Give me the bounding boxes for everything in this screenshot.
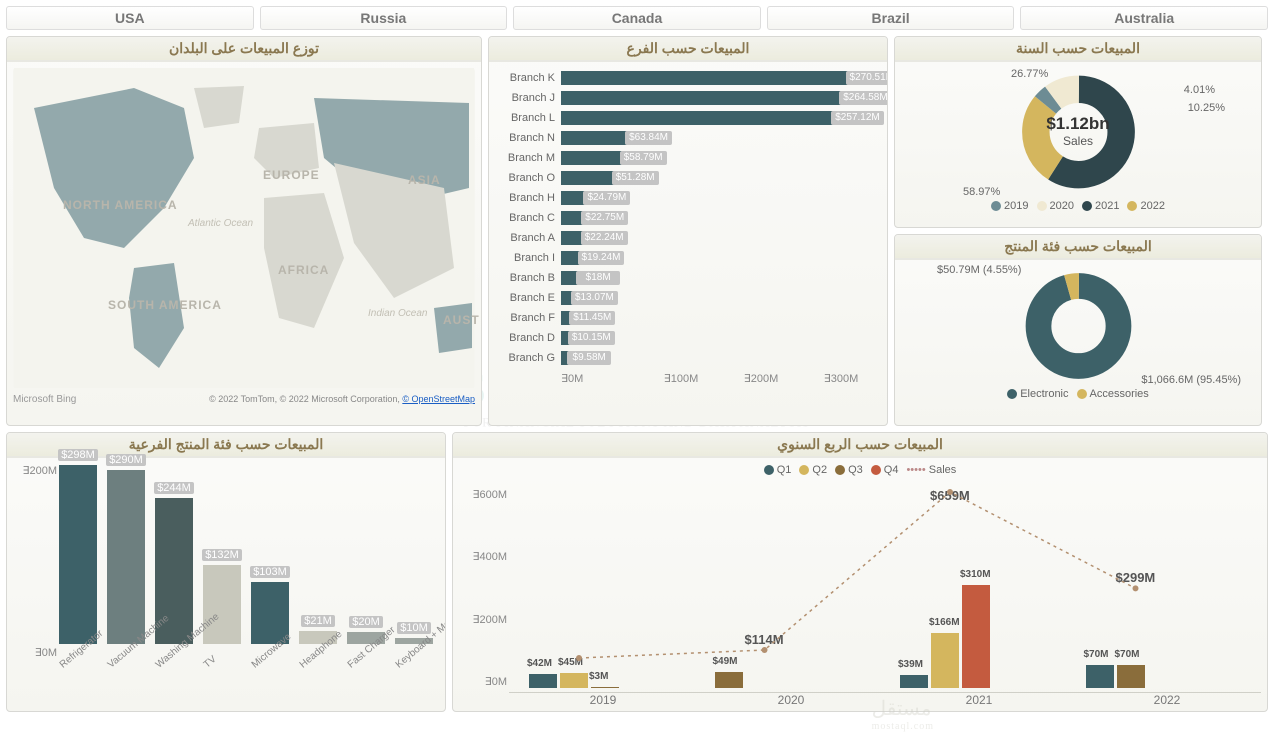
year-card: المبيعات حسب السنة $1.12bn Sales 26.77% …	[894, 36, 1262, 228]
legend-item[interactable]: 2022	[1127, 200, 1164, 212]
branch-bar: Branch I $19.24M	[495, 248, 881, 268]
tab-russia[interactable]: Russia	[260, 6, 508, 30]
tab-australia[interactable]: Australia	[1020, 6, 1268, 30]
country-tabs: USARussiaCanadaBrazilAustralia	[6, 6, 1268, 30]
year-title: المبيعات حسب السنة	[895, 37, 1261, 62]
label-indian: Indian Ocean	[368, 308, 428, 319]
branch-bar: Branch D $10.15M	[495, 328, 881, 348]
branch-bars: Branch K $270.51MBranch J $264.58MBranch…	[495, 68, 881, 368]
category-card: المبيعات حسب فئة المنتج $50.79M (4.55%) …	[894, 234, 1262, 426]
branch-bar: Branch O $51.28M	[495, 168, 881, 188]
branch-bar: Branch B $18M	[495, 268, 881, 288]
label-asia: ASIA	[408, 173, 441, 187]
tab-brazil[interactable]: Brazil	[767, 6, 1015, 30]
quarter-card: المبيعات حسب الربع السنوي Q1 Q2 Q3 Q4 ••••• …	[452, 432, 1268, 712]
branch-title: المبيعات حسب الفرع	[489, 37, 887, 62]
legend-sales[interactable]: ••••• Sales	[906, 464, 956, 476]
branch-bar: Branch M $58.79M	[495, 148, 881, 168]
tab-usa[interactable]: USA	[6, 6, 254, 30]
world-map[interactable]: NORTH AMERICA SOUTH AMERICA EUROPE AFRIC…	[13, 68, 475, 388]
category-title: المبيعات حسب فئة المنتج	[895, 235, 1261, 260]
map-attrib: © 2022 TomTom, © 2022 Microsoft Corporat…	[209, 394, 402, 404]
quarter-group: $49M	[715, 672, 743, 688]
label-north-america: NORTH AMERICA	[63, 198, 178, 212]
subcat-yaxis: ∃200M∃0M	[13, 464, 61, 659]
pct-accessories: $50.79M (4.55%)	[937, 264, 1021, 276]
year-center: $1.12bn Sales	[901, 114, 1255, 148]
branch-axis: ∃0M∃100M∃200M∃300M	[561, 372, 881, 385]
branch-bar: Branch E $13.07M	[495, 288, 881, 308]
map-title: توزع المبيعات على البلدان	[7, 37, 481, 62]
subcat-bars: $298M $290M $244M $132M $103M $21M $20M …	[59, 464, 439, 644]
legend-item[interactable]: Accessories	[1077, 388, 1149, 400]
branch-bar: Branch C $22.75M	[495, 208, 881, 228]
quarter-legend: Q1 Q2 Q3 Q4 ••••• Sales	[459, 464, 1261, 476]
legend-Q3[interactable]: Q3	[835, 464, 863, 476]
branch-bar: Branch F $11.45M	[495, 308, 881, 328]
branch-bar: Branch K $270.51M	[495, 68, 881, 88]
branch-bar: Branch J $264.58M	[495, 88, 881, 108]
label-atlantic: Atlantic Ocean	[188, 218, 253, 229]
legend-Q1[interactable]: Q1	[764, 464, 792, 476]
quarter-group: $42M$45M$3M	[529, 673, 619, 688]
subcat-bar: $290M	[107, 470, 145, 644]
quarter-group: $70M$70M	[1086, 665, 1145, 688]
branch-bar: Branch N $63.84M	[495, 128, 881, 148]
quarter-chart: ∃600M∃400M ∃200M∃0M $42M$45M$3M$114M$49M…	[509, 488, 1251, 688]
legend-item[interactable]: 2021	[1082, 200, 1119, 212]
pct-2019: 4.01%	[1184, 84, 1215, 96]
bing-logo: Microsoft Bing	[13, 394, 76, 405]
branch-bar: Branch L $257.12M	[495, 108, 881, 128]
subcat-card: المبيعات حسب فئة المنتج الفرعية ∃200M∃0M…	[6, 432, 446, 712]
label-south-america: SOUTH AMERICA	[108, 298, 222, 312]
subcat-bar: $132M	[203, 565, 241, 644]
legend-Q4[interactable]: Q4	[871, 464, 899, 476]
pct-2020: 10.25%	[1188, 102, 1225, 114]
quarter-yaxis: ∃600M∃400M ∃200M∃0M	[459, 488, 507, 688]
legend-item[interactable]: 2019	[991, 200, 1028, 212]
map-card: توزع المبيعات على البلدان	[6, 36, 482, 426]
pct-2022: 26.77%	[1011, 68, 1048, 80]
mostaql-watermark: مستقل mostaql.com	[872, 696, 934, 732]
year-legend: 2019 2020 2021 2022	[901, 200, 1255, 212]
pct-electronic: $1,066.6M (95.45%)	[1141, 374, 1241, 386]
map-osm-link[interactable]: © OpenStreetMap	[402, 394, 475, 404]
quarter-group: $39M$166M$310M	[900, 585, 990, 688]
label-europe: EUROPE	[263, 168, 320, 182]
legend-item[interactable]: Electronic	[1007, 388, 1068, 400]
branch-bar: Branch A $22.24M	[495, 228, 881, 248]
branch-card: المبيعات حسب الفرع Branch K $270.51MBran…	[488, 36, 888, 426]
pct-2021: 58.97%	[963, 186, 1000, 198]
category-legend: Electronic Accessories	[901, 388, 1255, 400]
label-australia: AUST	[443, 313, 480, 327]
branch-bar: Branch H $24.79M	[495, 188, 881, 208]
legend-Q2[interactable]: Q2	[799, 464, 827, 476]
legend-item[interactable]: 2020	[1037, 200, 1074, 212]
tab-canada[interactable]: Canada	[513, 6, 761, 30]
quarter-title: المبيعات حسب الربع السنوي	[453, 433, 1267, 458]
map-footer: Microsoft Bing © 2022 TomTom, © 2022 Mic…	[13, 394, 475, 405]
subcat-xlabels: RefrigeratorVacuum MachineWashing Machin…	[59, 648, 439, 659]
category-donut	[1011, 266, 1146, 386]
branch-bar: Branch G $9.58M	[495, 348, 881, 368]
subcat-bar: $298M	[59, 465, 97, 644]
label-africa: AFRICA	[278, 263, 329, 277]
